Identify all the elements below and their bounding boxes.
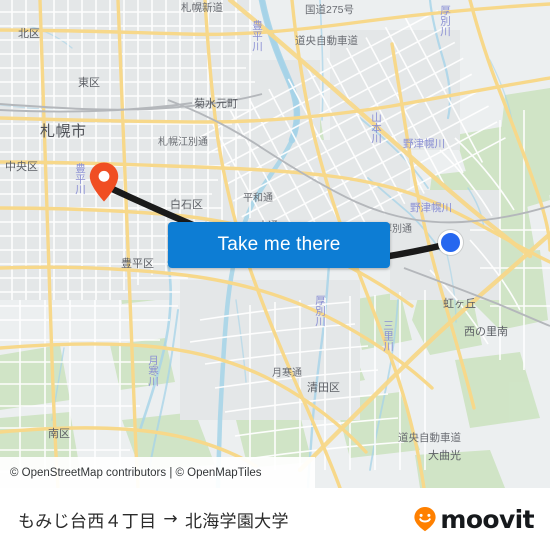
trip-destination-label: 北海学園大学 (184, 511, 289, 532)
moovit-pin-icon (414, 507, 436, 532)
origin-marker-pin[interactable] (88, 161, 120, 203)
map-canvas[interactable]: 北区東区札幌市中央区南区菊水元町白石区平和通本通豊平区清田区虹ヶ丘西の里南大曲光… (0, 0, 550, 488)
trip-footer: もみじ台西４丁目 → 北海学園大学 moovit (0, 488, 550, 550)
moovit-logo[interactable]: moovit (413, 504, 535, 534)
arrow-right-icon: → (163, 509, 178, 529)
moovit-wordmark: moovit (440, 504, 534, 534)
map-attribution: © OpenStreetMap contributors | © OpenMap… (0, 457, 315, 488)
take-me-there-button[interactable]: Take me there (168, 222, 390, 268)
attribution-text[interactable]: © OpenStreetMap contributors | © OpenMap… (10, 467, 262, 479)
destination-marker-dot[interactable] (438, 230, 463, 255)
moovit-trip-screen: 北区東区札幌市中央区南区菊水元町白石区平和通本通豊平区清田区虹ヶ丘西の里南大曲光… (0, 0, 550, 550)
trip-origin-label: もみじ台西４丁目 (18, 511, 157, 532)
trip-route-title: もみじ台西４丁目 → 北海学園大学 (18, 507, 289, 532)
